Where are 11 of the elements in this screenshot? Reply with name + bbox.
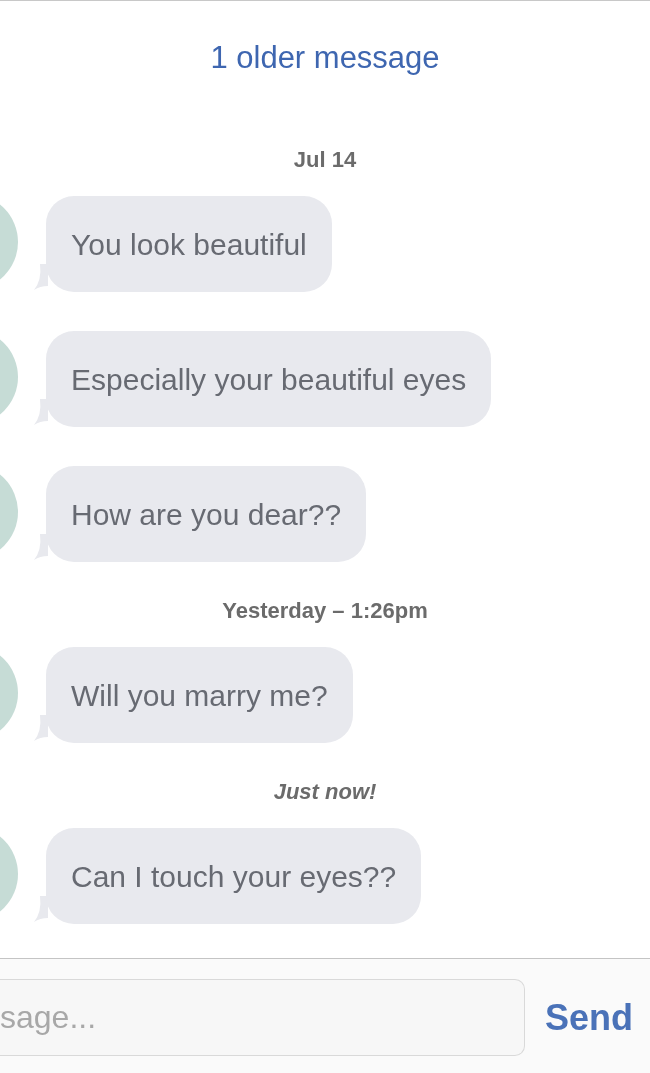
message-bubble: Especially your beautiful eyes [46, 331, 492, 427]
message-bubble: Can I touch your eyes?? [46, 828, 422, 924]
message-bubble: How are you dear?? [46, 466, 367, 562]
message-bubble: You look beautiful [46, 196, 332, 292]
timestamp: Yesterday – 1:26pm [222, 597, 428, 625]
older-messages-link[interactable]: 1 older message [210, 37, 440, 79]
timestamp: Just now! [273, 778, 377, 806]
send-button[interactable]: Send [543, 979, 635, 1056]
timestamp: Jul 14 [293, 146, 357, 174]
message-bubble: Will you marry me? [46, 647, 353, 743]
message-input[interactable]: sage... [0, 979, 525, 1056]
